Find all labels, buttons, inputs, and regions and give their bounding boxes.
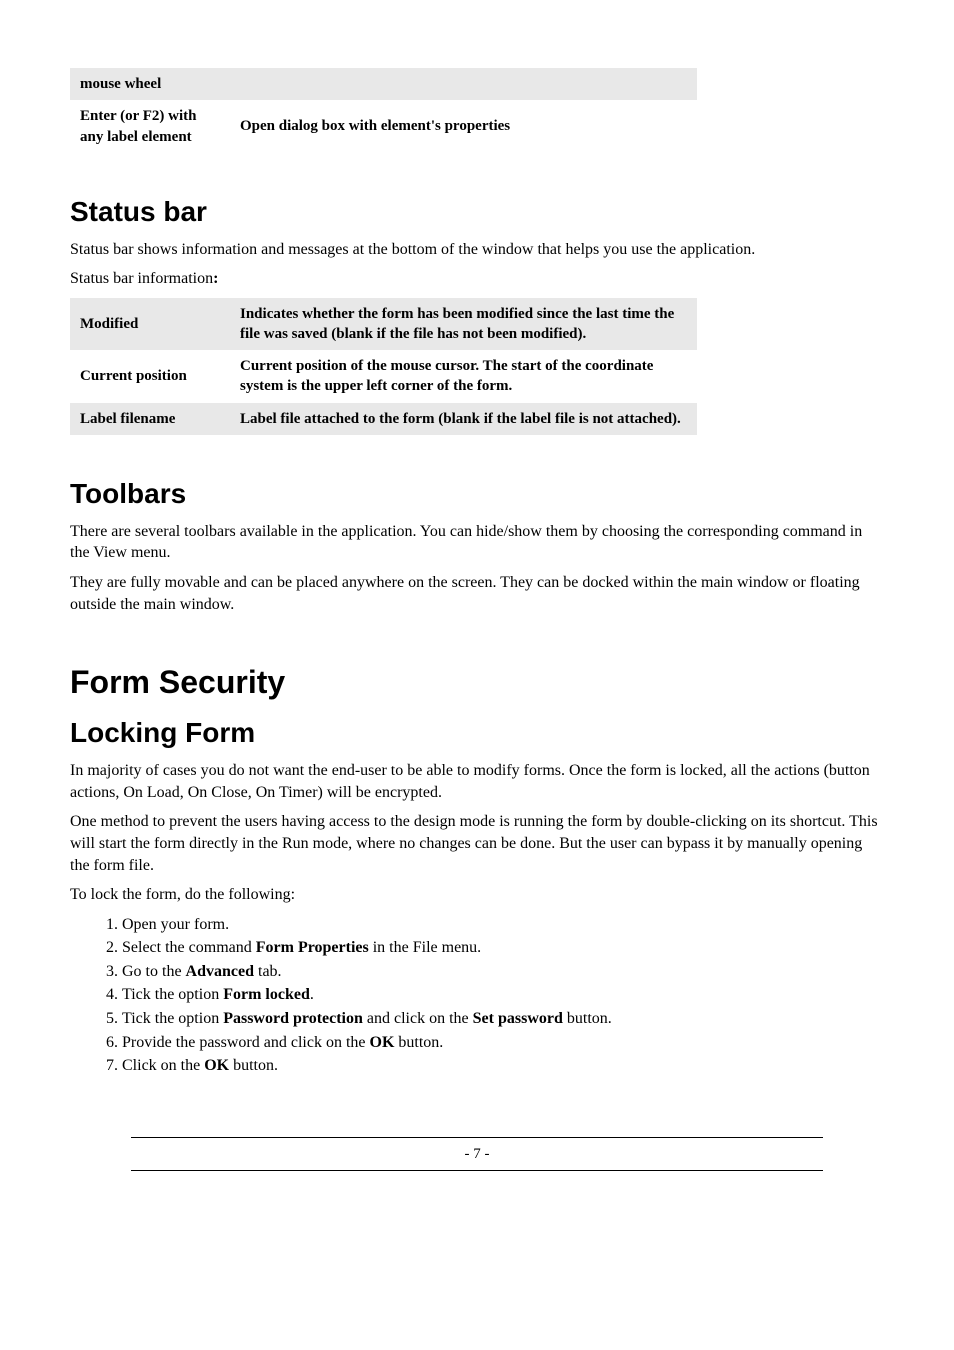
list-item: Click on the OK button. <box>122 1055 884 1077</box>
table-row: Enter (or F2) with any label element Ope… <box>70 100 697 153</box>
cell-open-dialog: Open dialog box with element's propertie… <box>230 100 697 153</box>
page-footer: - 7 - <box>131 1137 823 1171</box>
locking-p1: In majority of cases you do not want the… <box>70 760 884 803</box>
cell-current-position: Current position <box>70 350 230 403</box>
table-row: Label filename Label file attached to th… <box>70 403 697 435</box>
list-item: Select the command Form Properties in th… <box>122 937 884 959</box>
table-row: Current position Current position of the… <box>70 350 697 403</box>
list-item: Tick the option Password protection and … <box>122 1008 884 1030</box>
cell-modified: Modified <box>70 298 230 351</box>
toolbars-p1: There are several toolbars available in … <box>70 521 884 564</box>
cell-modified-desc: Indicates whether the form has been modi… <box>230 298 697 351</box>
cell-mouse-wheel: mouse wheel <box>70 68 230 100</box>
locking-p3: To lock the form, do the following: <box>70 884 884 906</box>
list-item: Tick the option Form locked. <box>122 984 884 1006</box>
locking-p2: One method to prevent the users having a… <box>70 811 884 876</box>
list-item: Go to the Advanced tab. <box>122 961 884 983</box>
top-shortcut-table: mouse wheel Enter (or F2) with any label… <box>70 68 697 153</box>
table-row: mouse wheel <box>70 68 697 100</box>
cell-label-filename: Label filename <box>70 403 230 435</box>
cell-enter-f2: Enter (or F2) with any label element <box>70 100 230 153</box>
locking-steps-list: Open your form. Select the command Form … <box>70 914 884 1077</box>
form-security-heading: Form Security <box>70 661 884 704</box>
toolbars-p2: They are fully movable and can be placed… <box>70 572 884 615</box>
status-bar-intro: Status bar shows information and message… <box>70 239 884 261</box>
status-bar-label: Status bar information: <box>70 268 884 290</box>
cell-empty <box>230 68 697 100</box>
cell-label-filename-desc: Label file attached to the form (blank i… <box>230 403 697 435</box>
cell-current-position-desc: Current position of the mouse cursor. Th… <box>230 350 697 403</box>
status-bar-info-table: Modified Indicates whether the form has … <box>70 298 697 435</box>
table-row: Modified Indicates whether the form has … <box>70 298 697 351</box>
list-item: Open your form. <box>122 914 884 936</box>
toolbars-heading: Toolbars <box>70 475 884 513</box>
locking-form-heading: Locking Form <box>70 714 884 752</box>
list-item: Provide the password and click on the OK… <box>122 1032 884 1054</box>
status-bar-heading: Status bar <box>70 193 884 231</box>
